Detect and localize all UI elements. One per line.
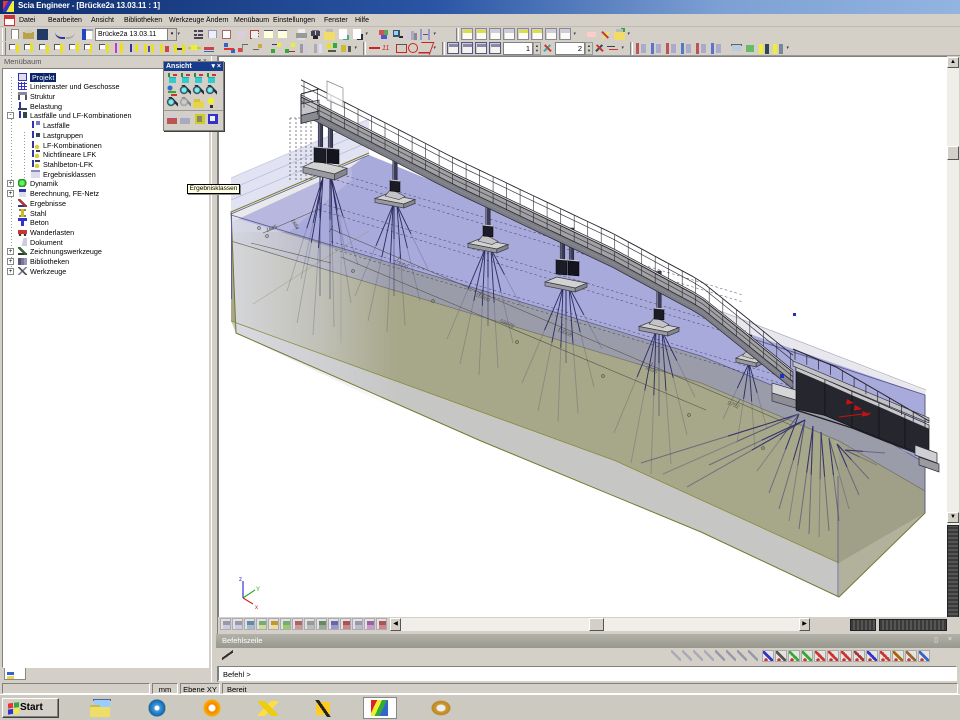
svg-text:z: z [239, 577, 242, 583]
svg-text:Y: Y [256, 587, 260, 593]
svg-text:x: x [255, 605, 258, 611]
